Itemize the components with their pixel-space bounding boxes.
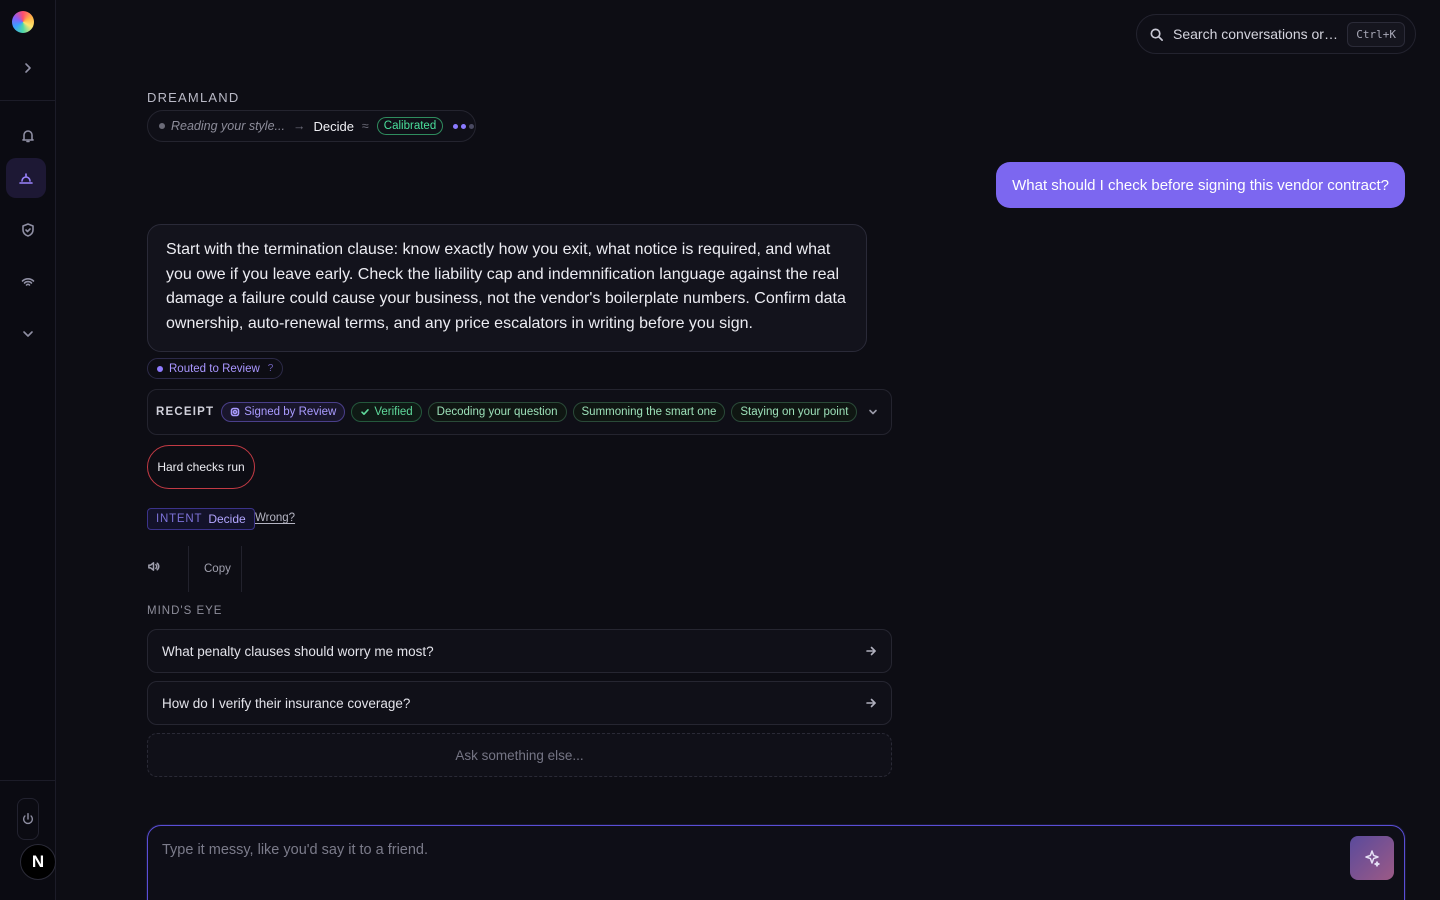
receipt-chip-signed[interactable]: Signed by Review bbox=[221, 402, 346, 422]
ask-something-else-button[interactable]: Ask something else... bbox=[147, 733, 892, 777]
speaker-icon bbox=[148, 562, 160, 571]
sidebar-item-signal[interactable] bbox=[0, 262, 56, 302]
receipt-chip-label: Verified bbox=[374, 406, 413, 418]
sparkle-icon bbox=[1365, 850, 1380, 867]
avatar[interactable]: N bbox=[20, 844, 56, 880]
sidebar-item-security[interactable] bbox=[0, 210, 56, 250]
seal-icon bbox=[230, 407, 240, 417]
action-divider bbox=[240, 546, 242, 592]
copy-button[interactable]: Copy bbox=[204, 563, 231, 575]
intent-label: INTENT bbox=[156, 513, 203, 525]
receipt-chip-summoning[interactable]: Summoning the smart one bbox=[572, 402, 726, 422]
wrong-intent-link[interactable]: Wrong? bbox=[255, 512, 295, 524]
sidebar-item-more[interactable] bbox=[0, 314, 56, 354]
assistant-message: Start with the termination clause: know … bbox=[147, 224, 867, 352]
sidebar: N bbox=[0, 0, 56, 900]
chevron-down-icon bbox=[869, 409, 877, 415]
receipt-chip-verified[interactable]: Verified bbox=[351, 402, 422, 422]
sidebar-expand-button[interactable] bbox=[0, 48, 56, 88]
calibrated-badge: Calibrated bbox=[376, 117, 444, 135]
approx-icon: ≈ bbox=[361, 119, 369, 133]
read-aloud-button[interactable] bbox=[147, 560, 160, 578]
wifi-icon bbox=[21, 278, 35, 286]
help-icon[interactable]: ? bbox=[268, 363, 274, 374]
routed-badge[interactable]: Routed to Review ? bbox=[147, 358, 284, 379]
receipt-chip-label: Signed by Review bbox=[244, 406, 337, 418]
search-bar[interactable]: Search conversations or ju... Ctrl+K bbox=[1136, 14, 1416, 54]
sunrise-icon bbox=[19, 173, 33, 184]
arrow-icon: → bbox=[292, 119, 306, 133]
power-button[interactable] bbox=[17, 798, 39, 840]
suggestion-item[interactable]: What penalty clauses should worry me mos… bbox=[147, 629, 892, 673]
status-pill: Reading your style... → Decide ≈ Calibra… bbox=[147, 110, 476, 142]
suggestion-text: What penalty clauses should worry me mos… bbox=[162, 643, 434, 659]
receipt-label: RECEIPT bbox=[156, 406, 215, 418]
sidebar-divider bbox=[0, 780, 56, 781]
shield-check-icon bbox=[22, 223, 34, 237]
app-logo[interactable] bbox=[12, 11, 34, 33]
minds-eye-title: MIND'S EYE bbox=[147, 605, 223, 617]
sidebar-item-dreamland[interactable] bbox=[6, 158, 46, 198]
receipt-bar: RECEIPT Signed by Review Verified Decodi… bbox=[147, 389, 892, 435]
check-icon bbox=[361, 409, 370, 415]
composer: Type it messy, like you'd say it to a fr… bbox=[147, 825, 1405, 900]
suggestion-text: How do I verify their insurance coverage… bbox=[162, 695, 411, 711]
arrow-right-icon bbox=[865, 645, 877, 657]
action-divider bbox=[188, 546, 189, 592]
loading-dots-icon bbox=[453, 123, 475, 129]
receipt-chip-decoding[interactable]: Decoding your question bbox=[427, 402, 567, 422]
receipt-expand-button[interactable] bbox=[867, 406, 879, 418]
status-mode: Decide bbox=[313, 118, 354, 134]
avatar-container: N bbox=[16, 844, 56, 884]
shortcut-hint: Ctrl+K bbox=[1347, 21, 1405, 47]
sidebar-divider bbox=[0, 100, 56, 101]
message-actions: Copy bbox=[147, 546, 242, 592]
routed-label: Routed to Review bbox=[169, 362, 260, 375]
send-button[interactable] bbox=[1350, 836, 1394, 880]
search-icon bbox=[1150, 28, 1163, 41]
routed-dot bbox=[157, 365, 163, 372]
page-title: DREAMLAND bbox=[147, 90, 240, 105]
status-dot bbox=[159, 123, 165, 129]
arrow-right-icon bbox=[865, 697, 877, 709]
chevron-right-icon bbox=[25, 63, 31, 73]
intent-value: Decide bbox=[208, 512, 246, 526]
chevron-down-icon bbox=[23, 331, 33, 337]
hard-checks-button[interactable]: Hard checks run bbox=[147, 445, 255, 489]
message-input[interactable]: Type it messy, like you'd say it to a fr… bbox=[162, 842, 1262, 858]
bell-icon bbox=[22, 130, 34, 143]
status-reading: Reading your style... bbox=[171, 119, 285, 133]
sidebar-item-notifications[interactable] bbox=[0, 116, 56, 156]
receipt-chip-staying[interactable]: Staying on your point bbox=[731, 402, 858, 422]
suggestion-item[interactable]: How do I verify their insurance coverage… bbox=[147, 681, 892, 725]
search-input[interactable]: Search conversations or ju... bbox=[1173, 26, 1339, 42]
power-icon bbox=[22, 813, 34, 825]
intent-badge: INTENT Decide bbox=[147, 508, 255, 530]
user-message: What should I check before signing this … bbox=[996, 162, 1405, 208]
